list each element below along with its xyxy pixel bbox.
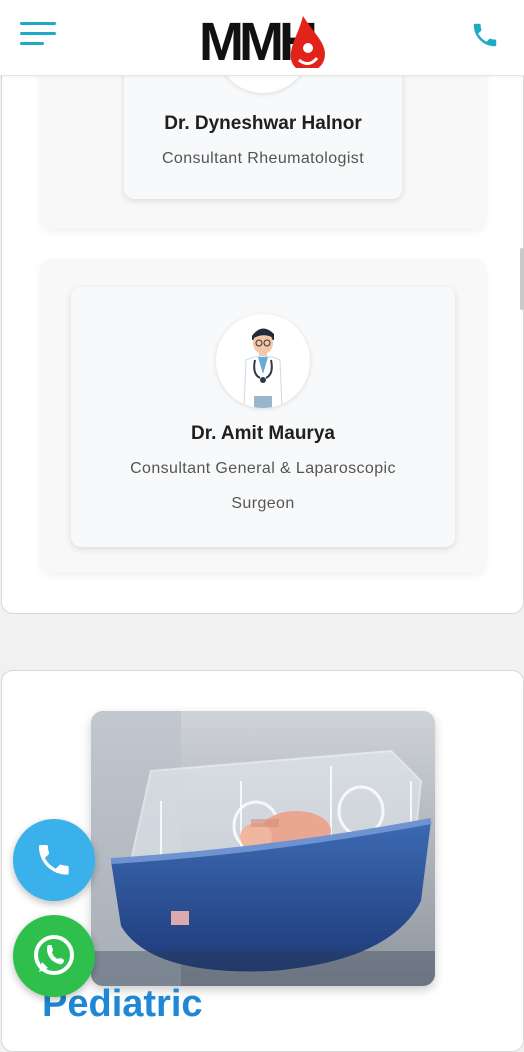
doctor-card[interactable]: Dr. Amit Maurya Consultant General & Lap… — [71, 287, 455, 547]
top-header: MMH — [0, 0, 524, 76]
whatsapp-button[interactable] — [13, 915, 95, 997]
doctor-illustration-icon — [243, 328, 283, 408]
doctor-name: Dr. Amit Maurya — [191, 423, 335, 444]
doctor-role-line1: Consultant General & Laparoscopic — [130, 460, 396, 477]
phone-icon[interactable] — [470, 20, 500, 50]
scrollbar[interactable] — [520, 248, 524, 310]
doctor-card-outer: Dr. Amit Maurya Consultant General & Lap… — [40, 259, 486, 573]
mmh-logo[interactable]: MMH — [199, 10, 329, 72]
call-button[interactable] — [13, 819, 95, 901]
phone-icon — [38, 844, 69, 875]
whatsapp-icon — [34, 935, 74, 975]
nicu-incubator-image — [91, 711, 435, 986]
hamburger-menu-icon[interactable] — [20, 22, 56, 50]
doctor-role: Consultant Rheumatologist — [161, 150, 365, 167]
doctor-name: Dr. Dyneshwar Halnor — [164, 113, 362, 134]
doctor-role-line2: Surgeon — [231, 495, 295, 512]
doctor-avatar — [216, 314, 310, 408]
doctors-section: Dr. Dyneshwar Halnor Consultant Rheumato… — [1, 0, 524, 614]
